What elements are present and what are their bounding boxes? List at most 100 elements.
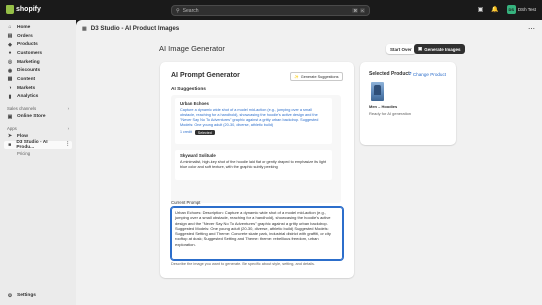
sidebar-item-customers[interactable]: ● Customers (4, 49, 72, 58)
generate-suggestions-button[interactable]: ✨ Generate Suggestions (290, 72, 343, 81)
sidebar-item-orders[interactable]: ▤ Orders (4, 32, 72, 41)
current-prompt-textarea[interactable]: Urban Echoes: Description: Capture a dyn… (169, 205, 345, 262)
shopify-bag-icon (6, 5, 14, 14)
sales-channels-label: Sales channels (7, 106, 37, 112)
gear-icon: ⚙ (7, 292, 13, 299)
more-actions-icon[interactable]: ⋯ (528, 25, 535, 33)
sidebar-item-label: Products (17, 42, 38, 48)
product-name: Men – Hoodies (369, 104, 398, 109)
shopify-logo[interactable]: shopify (6, 5, 41, 14)
shortcut-key-cmd: ⌘ (352, 8, 359, 13)
home-icon: ⌂ (8, 24, 12, 31)
sales-channels-header[interactable]: Sales channels › (4, 105, 72, 112)
apps-header[interactable]: Apps › (4, 125, 72, 132)
store-name: DSh Test (517, 7, 536, 12)
sidebar-item-markets[interactable]: ◑ Markets (4, 84, 72, 93)
image-icon: ▣ (418, 46, 423, 51)
sidebar-item-label: Marketing (17, 59, 40, 65)
tag-icon: ◆ (8, 41, 12, 48)
generate-images-label: Generate Images (424, 46, 461, 52)
sidebar-item-content[interactable]: ▦ Content (4, 75, 72, 84)
top-icons: ▣ 🔔 DS DSh Test (478, 5, 536, 14)
flow-icon: ➤ (7, 133, 13, 140)
suggestion-text: Capture a dynamic wide shot of a model m… (180, 108, 319, 127)
person-icon: ● (8, 50, 12, 57)
sidebar-subitem-pricing[interactable]: Pricing (4, 149, 72, 157)
main-content: ▦ D3 Studio - AI Product Images ⋯ AI Ima… (76, 20, 542, 305)
store-menu[interactable]: DS DSh Test (506, 5, 536, 14)
suggestions-list[interactable]: Urban Echoes Capture a dynamic wide shot… (171, 95, 341, 203)
pin-icon[interactable]: ⋮ (65, 142, 70, 147)
prompt-help-text: Describe the image you want to generate.… (171, 262, 315, 266)
swap-icon: ↺ (408, 71, 412, 76)
sidebar-item-products[interactable]: ◆ Products (4, 40, 72, 49)
sidebar-item-label: Orders (17, 33, 33, 39)
sidebar-item-label: Flow (17, 133, 28, 139)
search-icon: ⚲ (176, 7, 180, 14)
store-icon: ▣ (7, 113, 13, 120)
suggestion-text: A minimalist, high-key shot of the hoodi… (180, 160, 327, 169)
suggestion-title: Skyward Solitude (180, 153, 216, 158)
search-placeholder: Search (182, 7, 199, 14)
sidebar-item-online-store[interactable]: ▣ Online Store (4, 112, 72, 121)
app-header: ▦ D3 Studio - AI Product Images (82, 25, 179, 32)
start-over-button[interactable]: Start Over (386, 44, 416, 54)
search-input[interactable]: ⚲ Search ⌘ K (171, 5, 370, 16)
globe-icon: ◑ (8, 85, 12, 92)
page-title: AI Image Generator (159, 44, 225, 53)
sidebar-item-label: Settings (17, 293, 36, 299)
product-status: Ready for AI generation (369, 111, 412, 116)
suggestion-badges: 1 credit Selected (180, 130, 327, 135)
app-grid-icon: ▦ (82, 25, 87, 32)
sidebar-item-discounts[interactable]: ◉ Discounts (4, 66, 72, 75)
sidebar-item-label: Markets (17, 85, 36, 91)
suggestion-card[interactable]: Skyward Solitude A minimalist, high-key … (175, 150, 332, 180)
suggestion-title: Urban Echoes (180, 101, 209, 106)
chevron-right-icon: › (67, 125, 69, 131)
sidebar-item-label: Analytics (17, 94, 39, 100)
ai-suggestions-label: AI Suggestions (171, 87, 206, 92)
prompt-generator-card: AI Prompt Generator ✨ Generate Suggestio… (160, 62, 354, 278)
top-bar: shopify ⚲ Search ⌘ K ▣ 🔔 DS DSh Test (0, 0, 542, 20)
generate-images-button[interactable]: ▣ Generate Images (414, 44, 465, 54)
search-shortcut: ⌘ K (352, 8, 365, 13)
selected-product-card: Selected Product ↺ Change Product Men – … (360, 62, 456, 145)
target-icon: ◎ (7, 59, 13, 66)
bell-icon[interactable]: 🔔 (491, 6, 498, 13)
sidebar: ⌂ Home ▤ Orders ◆ Products ● Customers ◎ Mark… (0, 20, 76, 305)
suggestion-card[interactable]: Urban Echoes Capture a dynamic wide shot… (175, 98, 332, 144)
sidebar-item-d3-studio[interactable]: ■ D3 Studio - AI Produ... ⋮ (4, 139, 72, 150)
selected-badge: Selected (194, 130, 215, 135)
change-product-label: Change Product (412, 71, 447, 77)
sidekick-icon[interactable]: ▣ (478, 6, 484, 13)
sidebar-item-label: Customers (17, 50, 43, 56)
orders-icon: ▤ (7, 33, 13, 40)
product-thumbnail (371, 82, 384, 101)
chevron-right-icon: › (67, 106, 69, 112)
sidebar-item-label: Online Store (17, 114, 46, 120)
apps-label: Apps (7, 125, 17, 131)
shortcut-key-k: K (360, 8, 365, 13)
brand-name: shopify (16, 6, 41, 13)
sidebar-item-label: Home (17, 24, 31, 30)
sidebar-item-settings[interactable]: ⚙ Settings (4, 291, 36, 300)
discount-icon: ◉ (7, 67, 13, 74)
sidebar-item-label: Discounts (17, 68, 41, 74)
sparkle-icon: ✨ (294, 75, 299, 79)
content-icon: ▦ (7, 76, 13, 83)
prompt-card-title: AI Prompt Generator (171, 72, 240, 79)
avatar: DS (506, 5, 516, 14)
sidebar-item-marketing[interactable]: ◎ Marketing (4, 58, 72, 67)
sidebar-item-home[interactable]: ⌂ Home (4, 23, 72, 32)
chart-icon: ▮ (8, 93, 12, 100)
selected-product-title: Selected Product (369, 71, 410, 77)
sidebar-item-analytics[interactable]: ▮ Analytics (4, 93, 72, 102)
sidebar-item-label: D3 Studio - AI Produ... (16, 139, 48, 150)
app-icon: ■ (8, 141, 12, 148)
credit-link[interactable]: 1 credit (180, 130, 192, 135)
current-prompt-label: Current Prompt (171, 200, 201, 205)
change-product-link[interactable]: ↺ Change Product (408, 71, 446, 77)
generate-suggestions-label: Generate Suggestions (300, 74, 339, 79)
sidebar-item-label: Content (17, 76, 36, 82)
app-title: D3 Studio - AI Product Images (90, 25, 180, 32)
